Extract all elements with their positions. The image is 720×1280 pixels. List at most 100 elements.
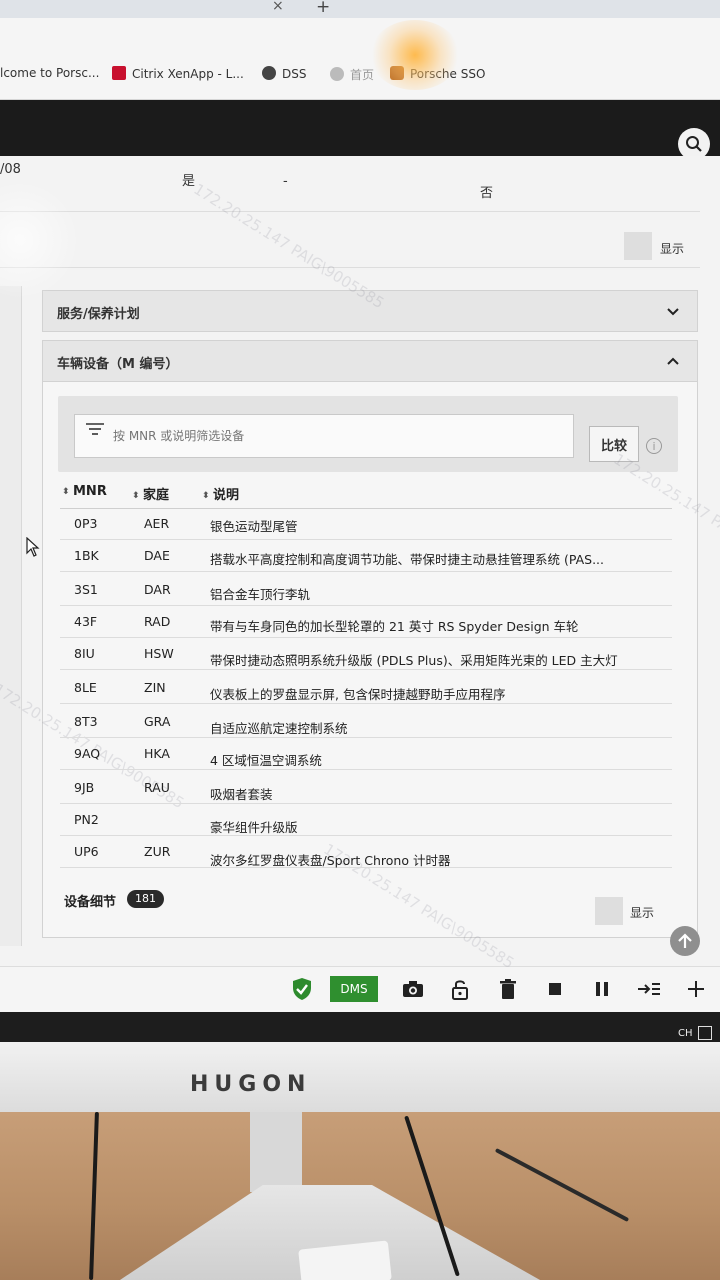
cell-desc: 带有与车身同色的加长型轮罩的 21 英寸 RS Spyder Design 车轮 — [210, 619, 579, 634]
keyboard-grid-icon[interactable] — [698, 1026, 712, 1040]
table-row[interactable]: 8LE ZIN 仪表板上的罗盘显示屏, 包含保时捷越野助手应用程序 — [60, 672, 672, 704]
show-row: 显示 — [0, 212, 700, 268]
camera-icon[interactable] — [400, 976, 426, 1002]
cell-family: AER — [144, 516, 170, 531]
info-icon[interactable]: i — [646, 438, 662, 454]
cell-desc: 吸烟者套装 — [210, 787, 273, 802]
bookmarks-bar: lcome to Porsc... Citrix XenApp - L... D… — [0, 18, 720, 100]
no-value: 否 — [480, 186, 494, 201]
sort-icon: ⬍ — [202, 491, 210, 501]
table-row[interactable]: PN2 豪华组件升级版 — [60, 804, 672, 836]
filter-icon — [86, 423, 104, 435]
cell-family: DAE — [144, 548, 170, 563]
sort-icon: ⬍ — [62, 487, 70, 497]
app-header — [0, 100, 720, 156]
cell-mnr: 0P3 — [74, 516, 98, 531]
unlock-icon[interactable] — [447, 976, 473, 1002]
cell-mnr: 8IU — [74, 646, 95, 661]
table-row[interactable]: 0P3 AER 银色运动型尾管 — [60, 508, 672, 540]
details-show-checkbox[interactable] — [595, 897, 623, 925]
bookmark-porsche-welcome[interactable]: lcome to Porsc... — [0, 66, 99, 80]
cell-mnr: 1BK — [74, 548, 99, 563]
show-checkbox[interactable] — [624, 232, 652, 260]
sort-icon: ⬍ — [132, 491, 140, 501]
tab-close-icon[interactable]: × — [272, 0, 284, 14]
chevron-down-icon — [667, 308, 679, 316]
browser-tabstrip — [0, 0, 720, 18]
equipment-count-badge: 181 — [127, 890, 164, 908]
cell-family: ZUR — [144, 844, 171, 859]
column-header-family[interactable]: ⬍ 家庭 — [132, 484, 169, 503]
cell-desc: 仪表板上的罗盘显示屏, 包含保时捷越野助手应用程序 — [210, 687, 506, 702]
table-row[interactable]: UP6 ZUR 波尔多红罗盘仪表盘/Sport Chrono 计时器 — [60, 836, 672, 868]
cell-desc: 带保时捷动态照明系统升级版 (PDLS Plus)、采用矩阵光束的 LED 主大… — [210, 653, 618, 668]
date-value: /08 — [0, 162, 21, 177]
table-row[interactable]: 9AQ HKA 4 区域恒温空调系统 — [60, 738, 672, 770]
left-side-panel — [0, 286, 22, 946]
table-row[interactable]: 3S1 DAR 铝合金车顶行李轨 — [60, 574, 672, 606]
search-icon — [686, 136, 702, 152]
arrow-up-icon — [678, 933, 692, 948]
stop-icon[interactable] — [542, 976, 568, 1002]
vehicle-info-row: /08 是 - 否 — [0, 156, 700, 212]
os-taskbar — [0, 1012, 720, 1042]
cell-mnr: UP6 — [74, 844, 99, 859]
huawei-icon — [112, 66, 126, 80]
input-method-indicator[interactable]: CH — [678, 1028, 693, 1039]
trash-icon[interactable] — [495, 976, 521, 1002]
details-show-label: 显示 — [630, 906, 655, 920]
cell-desc: 波尔多红罗盘仪表盘/Sport Chrono 计时器 — [210, 853, 451, 868]
cell-mnr: 8T3 — [74, 714, 98, 729]
globe-icon — [262, 66, 276, 80]
cell-mnr: 9AQ — [74, 746, 101, 761]
new-tab-icon[interactable]: + — [316, 0, 330, 17]
monitor-brand: HUGON — [190, 1072, 312, 1097]
dash-value: - — [283, 174, 288, 189]
cell-family: RAD — [144, 614, 171, 629]
chevron-up-icon — [667, 357, 679, 365]
pause-icon[interactable] — [589, 976, 615, 1002]
cell-family: RAU — [144, 780, 170, 795]
dms-button[interactable]: DMS — [330, 976, 378, 1002]
table-row[interactable]: 1BK DAE 搭载水平高度控制和高度调节功能、带保时捷主动悬挂管理系统 (PAS.… — [60, 540, 672, 572]
bookmark-citrix[interactable]: Citrix XenApp - L... — [112, 66, 244, 81]
section-title: 服务/保养计划 — [57, 307, 140, 322]
cell-mnr: 3S1 — [74, 582, 98, 597]
cell-mnr: 8LE — [74, 680, 97, 695]
equipment-filter-input[interactable] — [74, 414, 574, 458]
bookmark-dss[interactable]: DSS — [262, 66, 306, 81]
cell-desc: 银色运动型尾管 — [210, 519, 298, 534]
cell-family: HSW — [144, 646, 174, 661]
cell-mnr: PN2 — [74, 812, 99, 827]
light-glare — [370, 20, 460, 90]
equipment-details-label: 设备细节 — [64, 895, 117, 910]
shield-check-icon[interactable] — [289, 976, 315, 1002]
column-header-description[interactable]: ⬍ 说明 — [202, 484, 239, 503]
table-row[interactable]: 8IU HSW 带保时捷动态照明系统升级版 (PDLS Plus)、采用矩阵光束的 … — [60, 638, 672, 670]
page-icon — [330, 67, 344, 81]
table-row[interactable]: 8T3 GRA 自适应巡航定速控制系统 — [60, 706, 672, 738]
monitor-chin — [0, 1040, 720, 1112]
yes-value: 是 — [182, 174, 196, 189]
scroll-to-top-button[interactable] — [670, 926, 700, 956]
add-icon[interactable] — [683, 976, 709, 1002]
cell-desc: 豪华组件升级版 — [210, 820, 298, 835]
cell-family: GRA — [144, 714, 171, 729]
section-title: 车辆设备（M 编号） — [57, 357, 179, 372]
vehicle-equipment-section-header[interactable]: 车辆设备（M 编号） — [42, 340, 698, 382]
cell-mnr: 43F — [74, 614, 98, 629]
cell-desc: 4 区域恒温空调系统 — [210, 753, 322, 768]
cell-desc: 自适应巡航定速控制系统 — [210, 721, 348, 736]
screen: × + lcome to Porsc... Citrix XenApp - L.… — [0, 0, 720, 1042]
column-header-mnr[interactable]: ⬍ MNR — [62, 484, 107, 499]
monitor-stand — [250, 1112, 302, 1192]
cell-family: HKA — [144, 746, 170, 761]
send-to-list-icon[interactable] — [636, 976, 662, 1002]
bookmark-home[interactable]: 首页 — [330, 66, 374, 83]
cell-mnr: 9JB — [74, 780, 95, 795]
show-label: 显示 — [660, 242, 685, 256]
table-row[interactable]: 43F RAD 带有与车身同色的加长型轮罩的 21 英寸 RS Spyder Des… — [60, 606, 672, 638]
table-row[interactable]: 9JB RAU 吸烟者套装 — [60, 772, 672, 804]
cell-desc: 搭载水平高度控制和高度调节功能、带保时捷主动悬挂管理系统 (PAS... — [210, 552, 604, 567]
cell-family: DAR — [144, 582, 171, 597]
